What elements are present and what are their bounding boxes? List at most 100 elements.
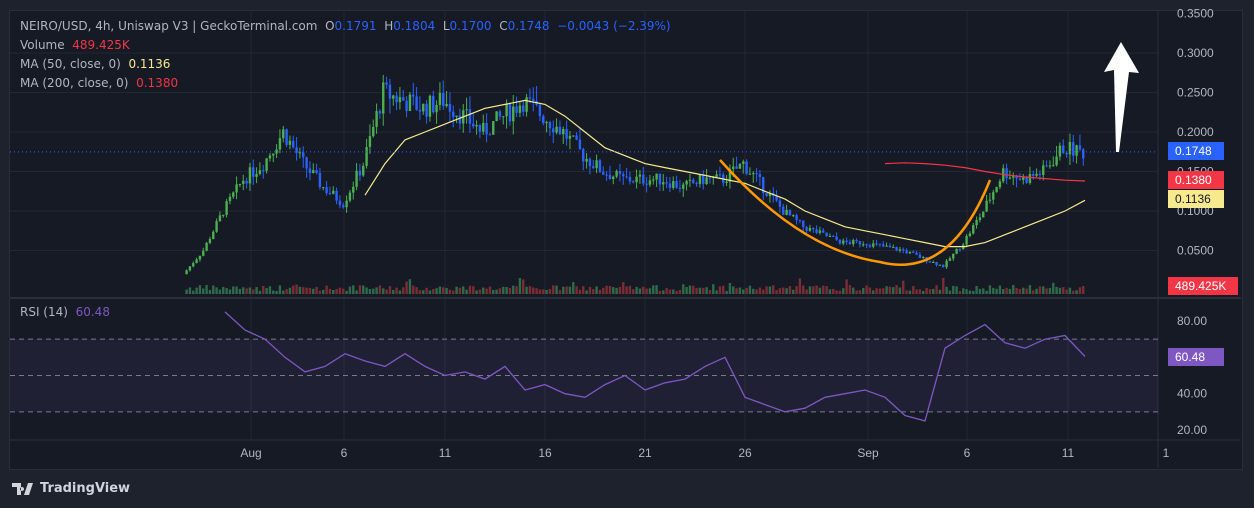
volume-bar xyxy=(1018,288,1022,294)
candle-body xyxy=(225,201,228,215)
volume-bar xyxy=(558,290,562,294)
candle-body xyxy=(532,98,535,101)
volume-bar xyxy=(622,282,625,294)
candle-body xyxy=(622,174,625,177)
candle-body xyxy=(815,229,818,233)
candle-body xyxy=(398,97,402,103)
volume-bar xyxy=(332,290,335,294)
candle-body xyxy=(852,240,855,245)
volume-bar xyxy=(532,287,535,294)
volume-bar xyxy=(322,289,325,294)
open-label: O xyxy=(325,19,335,33)
volume-bar xyxy=(632,289,635,294)
volume-bar xyxy=(225,288,228,294)
candle-body xyxy=(588,158,592,167)
candle-body xyxy=(632,181,635,183)
volume-bar xyxy=(935,285,938,294)
candle-body xyxy=(1032,174,1035,176)
volume-bar xyxy=(548,289,552,294)
volume-bar xyxy=(678,289,682,294)
volume-bar xyxy=(252,289,255,294)
volume-bar xyxy=(808,286,812,294)
candle-body xyxy=(452,111,455,117)
volume-bar xyxy=(388,286,392,294)
candle-body xyxy=(515,106,518,113)
chart-canvas[interactable]: 0.35000.30000.25000.20000.15000.10000.05… xyxy=(0,0,1254,508)
rsi-legend[interactable]: RSI (14) 60.48 xyxy=(20,305,110,319)
volume-bar xyxy=(575,286,578,294)
tradingview-logo[interactable]: TradingView xyxy=(12,481,130,496)
volume-bar xyxy=(518,278,522,294)
candle-body xyxy=(888,245,892,248)
volume-bar xyxy=(998,285,1002,294)
volume-bar xyxy=(228,289,232,294)
candle-body xyxy=(658,173,662,185)
time-tick: 16 xyxy=(538,446,552,460)
volume-bar xyxy=(508,287,512,294)
volume-bar xyxy=(732,286,735,294)
volume-bar xyxy=(598,289,602,294)
candle-body xyxy=(1012,176,1015,178)
ma50-badge: 0.1136 xyxy=(1175,192,1211,206)
volume-bar xyxy=(488,286,492,294)
volume-bar xyxy=(768,286,772,294)
volume-bar xyxy=(372,288,375,294)
volume-bar xyxy=(652,285,655,294)
volume-bar xyxy=(578,289,582,294)
candle-body xyxy=(402,97,405,101)
volume-bar xyxy=(412,285,415,294)
candle-body xyxy=(1028,174,1032,183)
candle-body xyxy=(975,219,978,226)
candle-body xyxy=(825,232,828,237)
candle-body xyxy=(635,176,638,183)
candle-body xyxy=(242,180,245,184)
candle-body xyxy=(395,95,398,103)
volume-bar xyxy=(345,290,348,294)
volume-bar xyxy=(595,286,598,294)
candle-body xyxy=(542,116,545,124)
volume-bar xyxy=(235,286,238,294)
candle-body xyxy=(875,243,878,245)
candle-body xyxy=(1025,177,1028,183)
volume-bar xyxy=(515,286,518,294)
volume-bar xyxy=(1005,287,1008,294)
candle-body xyxy=(915,252,918,255)
volume-bar xyxy=(638,288,642,294)
symbol-title[interactable]: NEIRO/USD, 4h, Uniswap V3 | GeckoTermina… xyxy=(20,19,317,33)
volume-bar xyxy=(702,287,705,294)
up-arrow-icon xyxy=(1104,42,1139,152)
volume-bar xyxy=(275,290,278,294)
candle-body xyxy=(1075,145,1078,156)
candle-body xyxy=(645,183,648,185)
ma50-value: 0.1136 xyxy=(128,57,171,71)
volume-bar xyxy=(425,287,428,294)
volume-bar xyxy=(655,285,658,294)
volume-bar xyxy=(285,289,288,294)
volume-bar xyxy=(682,284,685,294)
ma200-legend[interactable]: MA (200, close, 0) 0.1380 xyxy=(20,76,178,90)
volume-bar xyxy=(592,289,595,294)
ma50-label: MA (50, close, 0) xyxy=(20,57,121,71)
volume-bar xyxy=(185,289,188,294)
volume-bar xyxy=(1012,285,1015,294)
volume-bar xyxy=(315,286,318,294)
candle-body xyxy=(742,161,745,164)
candle-body xyxy=(202,250,205,256)
candle-body xyxy=(275,149,278,154)
volume-bar xyxy=(352,285,355,294)
candle-body xyxy=(985,200,988,212)
volume-bar xyxy=(462,286,465,294)
candle-body xyxy=(1045,165,1048,167)
volume-bar xyxy=(258,290,262,294)
time-tick: 6 xyxy=(341,446,348,460)
ma50-legend[interactable]: MA (50, close, 0) 0.1136 xyxy=(20,57,170,71)
volume-bar xyxy=(408,279,412,294)
candle-body xyxy=(455,115,458,117)
volume-bar xyxy=(668,289,672,294)
candle-body xyxy=(355,170,358,187)
volume-bar xyxy=(615,287,618,294)
volume-bar xyxy=(735,288,738,294)
volume-bar xyxy=(885,286,888,294)
volume-legend[interactable]: Volume 489.425K xyxy=(20,38,130,52)
candle-body xyxy=(238,183,242,185)
